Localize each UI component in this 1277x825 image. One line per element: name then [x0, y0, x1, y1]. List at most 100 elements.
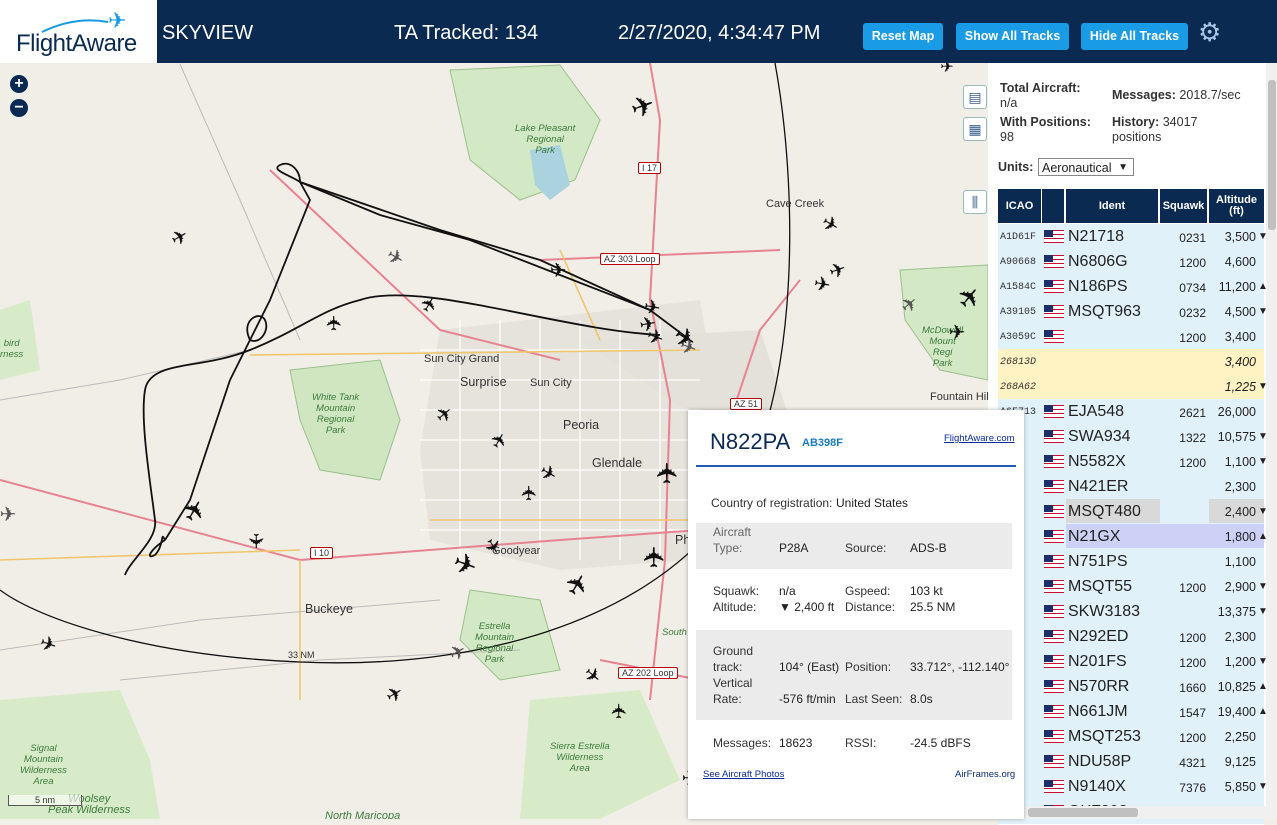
units-select[interactable]: Aeronautical ▼	[1038, 158, 1134, 176]
us-flag-icon	[1044, 505, 1064, 518]
town-fountain-hill: Fountain Hill	[930, 391, 988, 403]
aircraft-icon[interactable]: ✈	[639, 545, 670, 569]
us-flag-icon	[1044, 255, 1064, 268]
squawk-cell: 1660	[1179, 681, 1206, 695]
squawk-cell: 1200	[1179, 581, 1206, 595]
squawk-cell: 0232	[1179, 306, 1206, 320]
table-row[interactable]: A39105 MSQT963 0232 4,500 ▼	[998, 299, 1268, 325]
column-header-ident[interactable]: Ident	[1066, 189, 1158, 223]
vertical-scroll-thumb[interactable]	[1268, 80, 1276, 230]
altitude-cell: 2,300	[1224, 480, 1256, 494]
town-surprise: Surprise	[460, 375, 507, 389]
horizontal-scroll-thumb[interactable]	[1028, 808, 1138, 817]
icao-cell: A90668	[1000, 257, 1037, 268]
aircraft-icon[interactable]: ✈	[652, 461, 683, 485]
town-glendale: Glendale	[592, 456, 643, 470]
aircraft-icon[interactable]: ✈	[935, 63, 959, 80]
town-peoria: Peoria	[563, 418, 600, 432]
table-row[interactable]: 40MSQT5512002,900▼	[998, 574, 1268, 600]
town-cave-creek: Cave Creek	[766, 198, 825, 210]
see-aircraft-photos-link[interactable]: See Aircraft Photos	[703, 769, 784, 780]
flightaware-logo[interactable]: ✈ FlightAware	[0, 0, 157, 63]
airframes-link[interactable]: AirFrames.org	[955, 769, 1015, 780]
squawk-cell: 1200	[1179, 731, 1206, 745]
aircraft-icon[interactable]: ✈	[243, 529, 267, 553]
us-flag-icon	[1044, 330, 1064, 343]
source-label: Source:	[845, 541, 887, 555]
ident-cell: N186PS	[1068, 278, 1128, 295]
zoom-out-button[interactable]: −	[10, 99, 28, 117]
rssi-label: RSSI:	[845, 736, 877, 750]
table-row[interactable]: 48N201FS12001,200▼	[998, 649, 1268, 675]
aircraft-icon[interactable]: ✈	[808, 271, 836, 299]
squawk-cell: 0734	[1179, 281, 1206, 295]
table-row[interactable]: E0SKW318313,375▼	[998, 599, 1268, 625]
hide-all-tracks-button[interactable]: Hide All Tracks	[1081, 23, 1188, 50]
table-row[interactable]: 3EMSQT25312002,250	[998, 724, 1264, 750]
flightaware-link[interactable]: FlightAware.com	[944, 433, 1015, 444]
aircraft-icon[interactable]: ✈	[518, 481, 542, 505]
squawk-cell: 1200	[1179, 631, 1206, 645]
altitude-cell: 2,400	[1224, 505, 1256, 519]
altitude-cell: 1,100	[1224, 455, 1256, 469]
altitude-cell: 4,500	[1224, 305, 1256, 319]
show-all-tracks-button[interactable]: Show All Tracks	[956, 23, 1069, 50]
zoom-in-button[interactable]: +	[10, 75, 28, 93]
track-label: track:	[713, 660, 743, 674]
grid-icon[interactable]: ▦	[963, 117, 987, 141]
aircraft-icon[interactable]: ✈	[608, 699, 632, 723]
table-row[interactable]: F0N570RR166010,825▲	[998, 674, 1268, 700]
messages-value: 18623	[779, 736, 813, 750]
column-header-squawk[interactable]: Squawk	[1160, 189, 1207, 223]
us-flag-icon	[1044, 305, 1064, 318]
table-row[interactable]: A1D61F N21718 0231 3,500 ▼	[998, 224, 1268, 250]
table-row[interactable]: A6F713EJA548262126,000	[998, 399, 1264, 425]
altitude-cell: 10,825	[1217, 680, 1256, 694]
ident-cell: MSQT963	[1068, 303, 1141, 320]
road-label-i10: I 10	[310, 547, 334, 559]
tracked-count: TA Tracked: 134	[394, 22, 539, 44]
table-row[interactable]: 268A62 1,225 ▼	[998, 374, 1268, 400]
gspeed-label: Gspeed:	[845, 584, 891, 598]
altitude-cell: 1,800	[1224, 530, 1256, 544]
column-header-icao[interactable]: ICAO	[998, 189, 1041, 223]
range-ring-label: 33 NM	[288, 650, 315, 660]
history-unit: positions	[1112, 130, 1162, 144]
position-value: 33.712°, -112.140°	[910, 660, 1010, 674]
table-row[interactable]: A3059C 1200 3,400	[998, 324, 1264, 350]
icao-cell: A1584C	[1000, 282, 1037, 293]
settings-gear-icon[interactable]: ⚙	[1198, 19, 1222, 45]
table-row[interactable]: C4N661JM154719,400▲	[998, 699, 1268, 725]
ident-cell: N6806G	[1068, 253, 1128, 270]
vertical-label: Vertical	[713, 676, 753, 690]
aircraft-icon[interactable]: ✈	[0, 503, 20, 527]
park-sierra-estrella: Sierra Estrella Wilderness Area	[550, 741, 610, 774]
columns-toggle-icon[interactable]: ⫼	[963, 190, 987, 214]
messages-label: Messages:	[713, 736, 772, 750]
table-row[interactable]: D7N5582X12001,100▼	[998, 449, 1268, 475]
reset-map-button[interactable]: Reset Map	[863, 23, 943, 50]
altitude-value: ▼ 2,400 ft	[779, 600, 835, 614]
table-row[interactable]: 53NDU58P43219,125	[998, 749, 1264, 775]
aircraft-icon[interactable]: ✈	[323, 311, 347, 335]
column-header-altitude[interactable]: Altitude (ft)	[1209, 189, 1264, 223]
table-row[interactable]: 50N292ED12002,300	[998, 624, 1264, 650]
squawk-value: n/a	[779, 584, 796, 598]
table-row[interactable]: A90668 N6806G 1200 4,600	[998, 249, 1264, 275]
table-row[interactable]: D5N21GX1,800▲	[998, 524, 1268, 550]
table-row[interactable]: 1CSWA934132210,575▼	[998, 424, 1268, 450]
table-row[interactable]: A1584C N186PS 0734 11,200 ▲	[998, 274, 1268, 300]
map-layer-icon[interactable]: ▤	[963, 85, 987, 109]
table-row[interactable]: 26813D 3,400	[998, 349, 1264, 375]
town-sun-city-grand: Sun City Grand	[424, 353, 500, 365]
table-row[interactable]: CAN421ER2,300	[998, 474, 1264, 500]
park-left-edge: bird rness	[0, 338, 24, 360]
total-aircraft: Total Aircraft: n/a	[1000, 81, 1100, 111]
road-label-az51: AZ 51	[730, 398, 763, 410]
aircraft-icon[interactable]: ✈	[546, 259, 570, 283]
table-row[interactable]: F5N9140X73765,850▼	[998, 774, 1268, 800]
table-row[interactable]: 8FMSQT4802,400▼	[998, 499, 1268, 525]
aircraft-icon[interactable]: ✈	[945, 321, 969, 345]
table-row[interactable]: 16N751PS1,100	[998, 549, 1264, 575]
units-value: Aeronautical	[1042, 161, 1112, 175]
